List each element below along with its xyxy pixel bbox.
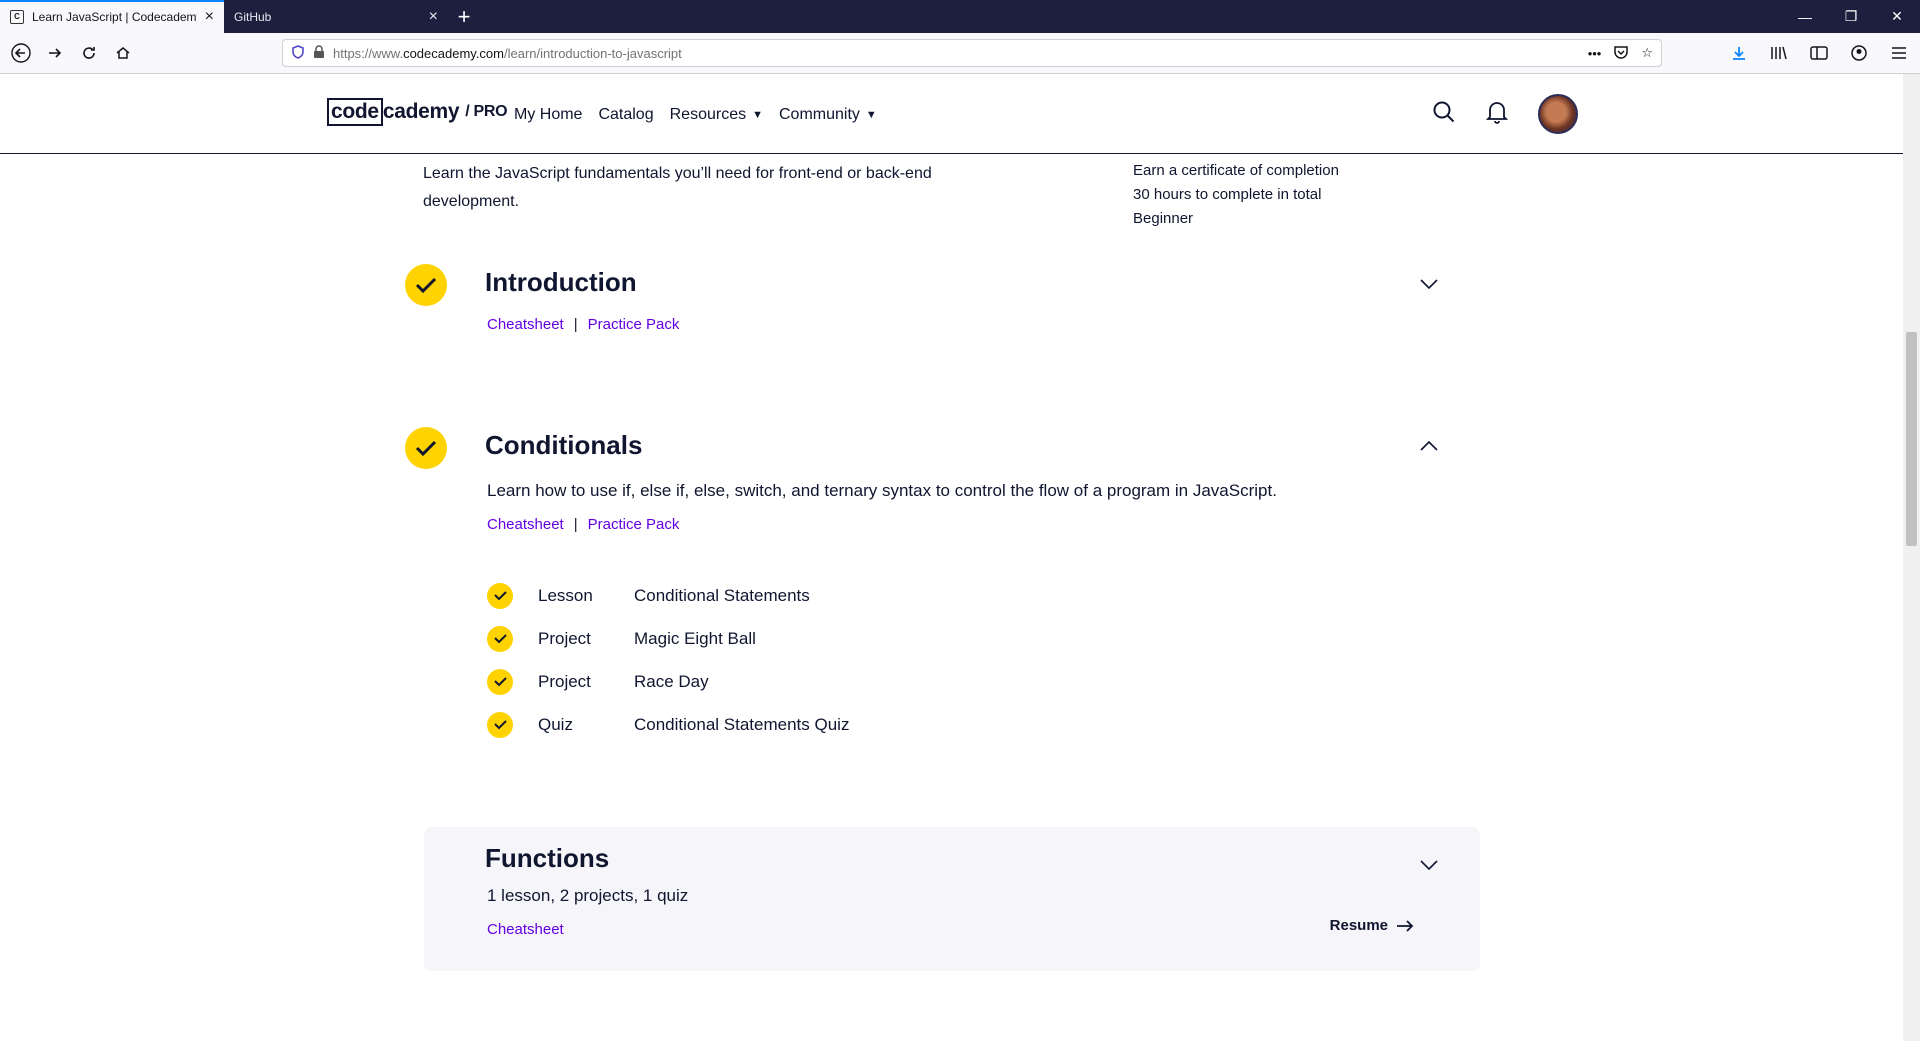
- main-nav: My Home Catalog Resources ▼ Community ▼: [514, 106, 877, 124]
- minimize-icon[interactable]: —: [1782, 0, 1828, 33]
- downloads-icon[interactable]: [1724, 38, 1754, 68]
- logo-pro: / PRO: [465, 103, 508, 120]
- item-completed-check-icon: [487, 582, 513, 609]
- nav-community-label: Community: [778, 106, 860, 123]
- item-completed-check-icon: [487, 625, 513, 652]
- item-name[interactable]: Magic Eight Ball: [634, 629, 756, 649]
- course-meta: Earn a certificate of completion 30 hour…: [1133, 159, 1339, 231]
- arrow-right-icon: [1397, 919, 1414, 932]
- course-description: Learn the JavaScript fundamentals you’ll…: [423, 165, 932, 210]
- caret-down-icon: ▼: [865, 109, 877, 121]
- list-item[interactable]: Project Magic Eight Ball: [487, 617, 849, 660]
- module-items-conditionals: Lesson Conditional Statements Project Ma…: [487, 574, 849, 746]
- item-kind: Project: [538, 671, 591, 691]
- module-links-conditionals: Cheatsheet | Practice Pack: [487, 516, 679, 533]
- module-links-functions: Cheatsheet: [487, 921, 564, 938]
- logo-cademy: cademy: [382, 100, 460, 123]
- module-title-functions[interactable]: Functions: [485, 843, 609, 874]
- resume-button[interactable]: Resume: [1330, 917, 1414, 934]
- cheatsheet-link[interactable]: Cheatsheet: [487, 516, 564, 533]
- item-completed-check-icon: [487, 668, 513, 695]
- logo-code: code: [327, 98, 383, 126]
- page-scrollbar[interactable]: [1903, 74, 1920, 1041]
- browser-tab-codecademy[interactable]: C Learn JavaScript | Codecademy ×: [0, 0, 224, 33]
- tab-close-icon[interactable]: ×: [205, 8, 214, 25]
- list-item[interactable]: Lesson Conditional Statements: [487, 574, 849, 617]
- bookmark-star-icon[interactable]: ☆: [1641, 45, 1653, 61]
- menu-icon[interactable]: [1884, 38, 1914, 68]
- caret-down-icon: ▼: [752, 109, 763, 121]
- link-separator: |: [573, 516, 578, 533]
- browser-tab-bar: C Learn JavaScript | Codecademy × GitHub…: [0, 0, 1920, 33]
- close-window-icon[interactable]: ✕: [1874, 0, 1920, 33]
- nav-resources-label: Resources: [669, 106, 747, 123]
- search-icon[interactable]: [1432, 100, 1456, 129]
- list-item[interactable]: Quiz Conditional Statements Quiz: [487, 703, 849, 746]
- window-controls: — ❐ ✕: [1782, 0, 1920, 33]
- site-header: code cademy / PRO My Home Catalog Resour…: [0, 74, 1920, 154]
- module-description-conditionals: Learn how to use if, else if, else, swit…: [487, 481, 1277, 500]
- chevron-down-icon[interactable]: [1420, 857, 1438, 875]
- item-name[interactable]: Conditional Statements Quiz: [634, 715, 849, 735]
- meta-certificate: Earn a certificate of completion: [1133, 162, 1339, 179]
- account-icon[interactable]: [1844, 38, 1874, 68]
- chevron-up-icon[interactable]: [1420, 438, 1438, 456]
- sidebar-icon[interactable]: [1804, 38, 1834, 68]
- pocket-icon[interactable]: [1613, 45, 1629, 62]
- restore-icon[interactable]: ❐: [1828, 0, 1874, 33]
- library-icon[interactable]: [1764, 38, 1794, 68]
- forward-icon[interactable]: [40, 38, 70, 68]
- item-kind: Project: [538, 628, 591, 648]
- item-kind: Lesson: [538, 585, 593, 605]
- item-completed-check-icon: [487, 711, 513, 738]
- module-summary: 1 lesson, 2 projects, 1 quiz: [487, 886, 689, 905]
- cheatsheet-link[interactable]: Cheatsheet: [487, 316, 564, 333]
- address-bar[interactable]: https://www.codecademy.com/learn/introdu…: [282, 39, 1662, 67]
- module-completed-check-icon: [405, 264, 447, 306]
- tab-close-icon[interactable]: ×: [429, 8, 438, 25]
- nav-catalog[interactable]: Catalog: [598, 106, 653, 124]
- new-tab-button[interactable]: +: [448, 0, 480, 33]
- back-icon[interactable]: [6, 38, 36, 68]
- module-completed-check-icon: [405, 427, 447, 469]
- notifications-bell-icon[interactable]: [1485, 100, 1509, 129]
- codecademy-pro-logo[interactable]: code cademy / PRO: [327, 98, 508, 126]
- tab-title: GitHub: [234, 9, 272, 24]
- module-title-introduction[interactable]: Introduction: [485, 267, 637, 298]
- list-item[interactable]: Project Race Day: [487, 660, 849, 703]
- url-text: https://www.codecademy.com/learn/introdu…: [333, 45, 682, 61]
- item-kind: Quiz: [538, 714, 573, 734]
- module-links-introduction: Cheatsheet | Practice Pack: [487, 316, 679, 333]
- cheatsheet-link[interactable]: Cheatsheet: [487, 921, 564, 938]
- home-icon[interactable]: [108, 38, 138, 68]
- resume-label: Resume: [1329, 917, 1388, 934]
- browser-toolbar: https://www.codecademy.com/learn/introdu…: [0, 33, 1920, 74]
- course-syllabus: Learn the JavaScript fundamentals you’ll…: [0, 154, 1920, 1041]
- practice-pack-link[interactable]: Practice Pack: [588, 316, 680, 333]
- chevron-down-icon[interactable]: [1420, 276, 1438, 294]
- tab-title: Learn JavaScript | Codecademy: [32, 9, 197, 24]
- browser-tab-github[interactable]: GitHub ×: [224, 0, 448, 33]
- nav-community[interactable]: Community ▼: [779, 106, 877, 124]
- module-title-conditionals[interactable]: Conditionals: [485, 430, 642, 461]
- link-separator: |: [573, 316, 578, 333]
- codecademy-favicon-icon: C: [10, 9, 24, 24]
- reload-icon[interactable]: [74, 38, 104, 68]
- item-name[interactable]: Race Day: [634, 672, 709, 692]
- nav-resources[interactable]: Resources ▼: [670, 106, 763, 124]
- tracking-protection-icon[interactable]: [291, 44, 305, 62]
- meta-level: Beginner: [1133, 210, 1194, 227]
- page-actions-icon[interactable]: •••: [1588, 46, 1602, 61]
- lock-icon[interactable]: [313, 44, 325, 62]
- nav-my-home[interactable]: My Home: [514, 106, 582, 124]
- practice-pack-link[interactable]: Practice Pack: [588, 516, 680, 533]
- scrollbar-thumb[interactable]: [1906, 332, 1917, 546]
- avatar[interactable]: [1538, 94, 1578, 134]
- current-module-card: Functions 1 lesson, 2 projects, 1 quiz C…: [424, 827, 1480, 971]
- meta-hours: 30 hours to complete in total: [1133, 186, 1322, 203]
- item-name[interactable]: Conditional Statements: [634, 586, 810, 606]
